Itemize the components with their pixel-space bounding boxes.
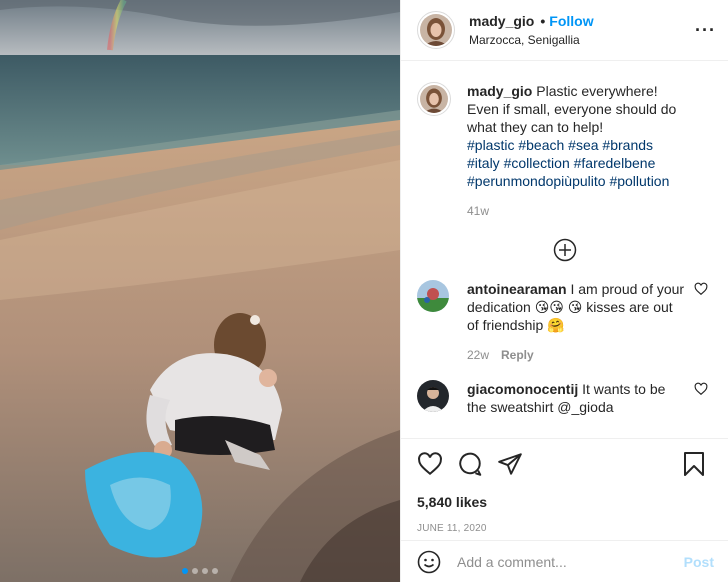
post-actions: 5,840 likes JUNE 11, 2020 bbox=[401, 438, 728, 534]
comment-text-block: antoinearaman I am proud of your dedicat… bbox=[467, 280, 688, 334]
comment-item: giacomonocentij It wants to be the sweat… bbox=[401, 380, 728, 416]
comment-heart-icon[interactable] bbox=[694, 382, 708, 396]
beach-photo-image bbox=[0, 0, 400, 582]
add-comment-bar: Add a comment... Post bbox=[401, 540, 728, 582]
comment-text-block: giacomonocentij It wants to be the sweat… bbox=[467, 380, 688, 416]
post-comment-button[interactable]: Post bbox=[684, 554, 714, 570]
caption-meta: 41w bbox=[467, 204, 688, 218]
caption-block: mady_gio Plastic everywhere! Even if sma… bbox=[401, 62, 728, 218]
more-options-icon[interactable]: ··· bbox=[695, 20, 716, 41]
commenter-avatar[interactable] bbox=[417, 280, 449, 312]
header-line: mady_gio • Follow bbox=[469, 13, 594, 29]
caption-username[interactable]: mady_gio bbox=[467, 83, 532, 99]
carousel-indicator bbox=[0, 568, 400, 574]
carousel-dot bbox=[202, 568, 208, 574]
load-more-icon[interactable] bbox=[553, 238, 577, 262]
commenter-username[interactable]: antoinearaman bbox=[467, 281, 567, 297]
comment-item: antoinearaman I am proud of your dedicat… bbox=[401, 280, 728, 362]
caption-hashtags[interactable]: #plastic #beach #sea #brands #italy #col… bbox=[467, 137, 669, 189]
post-photo[interactable] bbox=[0, 0, 400, 582]
author-avatar-ring[interactable] bbox=[417, 11, 455, 49]
comments-list[interactable]: mady_gio Plastic everywhere! Even if sma… bbox=[401, 62, 728, 438]
like-count[interactable]: 5,840 likes bbox=[417, 494, 712, 510]
heart-icon[interactable] bbox=[417, 451, 443, 477]
caption-text-block: mady_gio Plastic everywhere! Even if sma… bbox=[467, 82, 688, 190]
carousel-dot-active bbox=[182, 568, 188, 574]
carousel-dot bbox=[212, 568, 218, 574]
post-header: mady_gio • Follow Marzocca, Senigallia ·… bbox=[401, 0, 728, 61]
dot-separator: • bbox=[540, 13, 546, 29]
reply-button[interactable]: Reply bbox=[501, 348, 534, 362]
author-avatar bbox=[420, 14, 452, 46]
comment-icon[interactable] bbox=[457, 451, 483, 477]
comment-meta: 22w Reply bbox=[467, 348, 688, 362]
commenter-avatar[interactable] bbox=[417, 380, 449, 412]
load-more-comments[interactable] bbox=[401, 238, 728, 262]
header-text: mady_gio • Follow Marzocca, Senigallia bbox=[469, 13, 594, 47]
carousel-dot bbox=[192, 568, 198, 574]
action-bar bbox=[417, 451, 712, 477]
location-link[interactable]: Marzocca, Senigallia bbox=[469, 33, 594, 47]
bookmark-icon[interactable] bbox=[682, 451, 706, 480]
comment-age[interactable]: 22w bbox=[467, 348, 489, 362]
comment-heart-icon[interactable] bbox=[694, 282, 708, 296]
emoji-icon[interactable] bbox=[417, 550, 441, 574]
caption-avatar[interactable] bbox=[417, 82, 451, 116]
post-sidebar: mady_gio • Follow Marzocca, Senigallia ·… bbox=[400, 0, 728, 582]
share-icon[interactable] bbox=[497, 451, 523, 477]
comment-input[interactable]: Add a comment... bbox=[457, 554, 684, 570]
post-date[interactable]: JUNE 11, 2020 bbox=[417, 523, 712, 534]
commenter-username[interactable]: giacomonocentij bbox=[467, 381, 578, 397]
follow-button[interactable]: Follow bbox=[549, 13, 593, 29]
caption-age[interactable]: 41w bbox=[467, 204, 489, 218]
author-username[interactable]: mady_gio bbox=[469, 13, 534, 29]
